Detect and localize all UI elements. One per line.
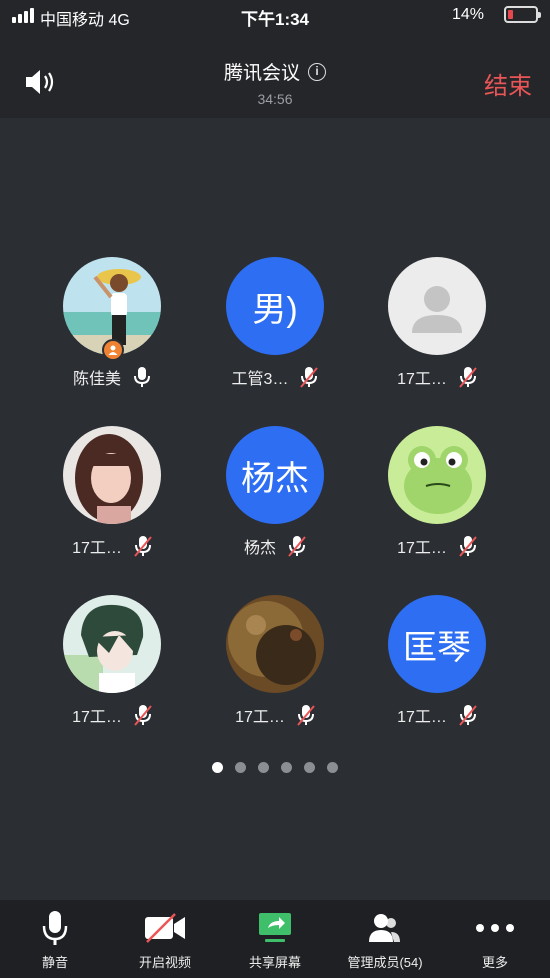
manage-members-label: 管理成员(54) xyxy=(347,955,423,970)
participant-tile[interactable]: 男) 工管3… xyxy=(185,257,365,389)
avatar-text: 男) xyxy=(252,290,298,329)
participant-name: 17工… xyxy=(397,540,447,557)
participant-tile[interactable]: 17工… xyxy=(347,257,527,389)
avatar xyxy=(63,595,161,693)
status-bar: 中国移动 4G 下午1:34 14% xyxy=(0,0,550,32)
page-indicator[interactable] xyxy=(0,762,550,773)
participant-name: 17工… xyxy=(397,709,447,726)
avatar: 杨杰 xyxy=(226,426,324,524)
microphone-muted-icon xyxy=(300,366,319,388)
participant-tile[interactable]: 陈佳美 xyxy=(22,257,202,389)
more-icon xyxy=(440,908,550,948)
participant-tile[interactable]: 17工… xyxy=(347,426,527,558)
end-meeting-button[interactable]: 结束 xyxy=(484,66,532,101)
avatar-text: 匡琴 xyxy=(403,628,471,667)
avatar: 男) xyxy=(226,257,324,355)
participant-name: 17工… xyxy=(72,540,122,557)
microphone-muted-icon xyxy=(297,704,315,726)
avatar-text: 杨杰 xyxy=(241,459,309,498)
participant-name: 杨杰 xyxy=(243,540,276,557)
mute-label: 静音 xyxy=(41,955,68,970)
microphone-muted-icon xyxy=(288,535,306,557)
microphone-icon xyxy=(0,908,110,948)
top-bar: 中国移动 4G 下午1:34 14% 腾讯会议 i 34:56 结束 xyxy=(0,0,550,118)
participant-name: 17工… xyxy=(235,709,285,726)
battery-icon xyxy=(504,6,541,23)
manage-members-button[interactable]: 管理成员(54) xyxy=(330,900,440,978)
page-dot[interactable] xyxy=(281,762,292,773)
host-badge-icon xyxy=(102,339,124,361)
more-button[interactable]: 更多 xyxy=(440,900,550,978)
page-dot[interactable] xyxy=(327,762,338,773)
battery-percent: 14% xyxy=(451,6,484,23)
avatar xyxy=(63,426,161,524)
meeting-title: 腾讯会议 xyxy=(223,63,300,84)
participant-tile[interactable]: 17工… xyxy=(22,595,202,727)
page-dot-active[interactable] xyxy=(212,762,223,773)
participant-name: 17工… xyxy=(397,371,447,388)
participant-name: 17工… xyxy=(72,709,122,726)
microphone-on-icon xyxy=(133,366,151,388)
share-screen-button[interactable]: 共享屏幕 xyxy=(220,900,330,978)
participant-tile[interactable]: 匡琴 17工… xyxy=(347,595,527,727)
participant-name: 工管3… xyxy=(231,371,289,388)
more-label: 更多 xyxy=(481,955,508,970)
meeting-timer: 34:56 xyxy=(257,91,293,107)
microphone-muted-icon xyxy=(134,535,152,557)
info-icon[interactable]: i xyxy=(308,62,326,81)
participant-tile[interactable]: 17工… xyxy=(185,595,365,727)
microphone-muted-icon xyxy=(134,704,152,726)
default-avatar-icon xyxy=(388,257,486,355)
avatar xyxy=(226,595,324,693)
participant-name: 陈佳美 xyxy=(72,371,121,388)
video-off-icon xyxy=(110,908,220,948)
participant-tile[interactable]: 17工… xyxy=(22,426,202,558)
participant-tile[interactable]: 杨杰 杨杰 xyxy=(185,426,365,558)
start-video-label: 开启视频 xyxy=(138,955,191,970)
avatar xyxy=(63,257,161,361)
avatar: 匡琴 xyxy=(388,595,486,693)
page-dot[interactable] xyxy=(304,762,315,773)
page-dot[interactable] xyxy=(235,762,246,773)
microphone-muted-icon xyxy=(459,535,477,557)
microphone-muted-icon xyxy=(459,704,477,726)
members-icon xyxy=(330,908,440,948)
meeting-header: 腾讯会议 i 34:56 xyxy=(0,58,550,107)
bottom-toolbar: 静音 开启视频 共享屏幕 管理成员(54) 更多 xyxy=(0,900,550,978)
mute-button[interactable]: 静音 xyxy=(0,900,110,978)
frog-avatar-icon xyxy=(388,426,486,524)
page-dot[interactable] xyxy=(258,762,269,773)
start-video-button[interactable]: 开启视频 xyxy=(110,900,220,978)
share-screen-icon xyxy=(220,908,330,948)
microphone-muted-icon xyxy=(459,366,477,388)
share-screen-label: 共享屏幕 xyxy=(248,955,301,970)
